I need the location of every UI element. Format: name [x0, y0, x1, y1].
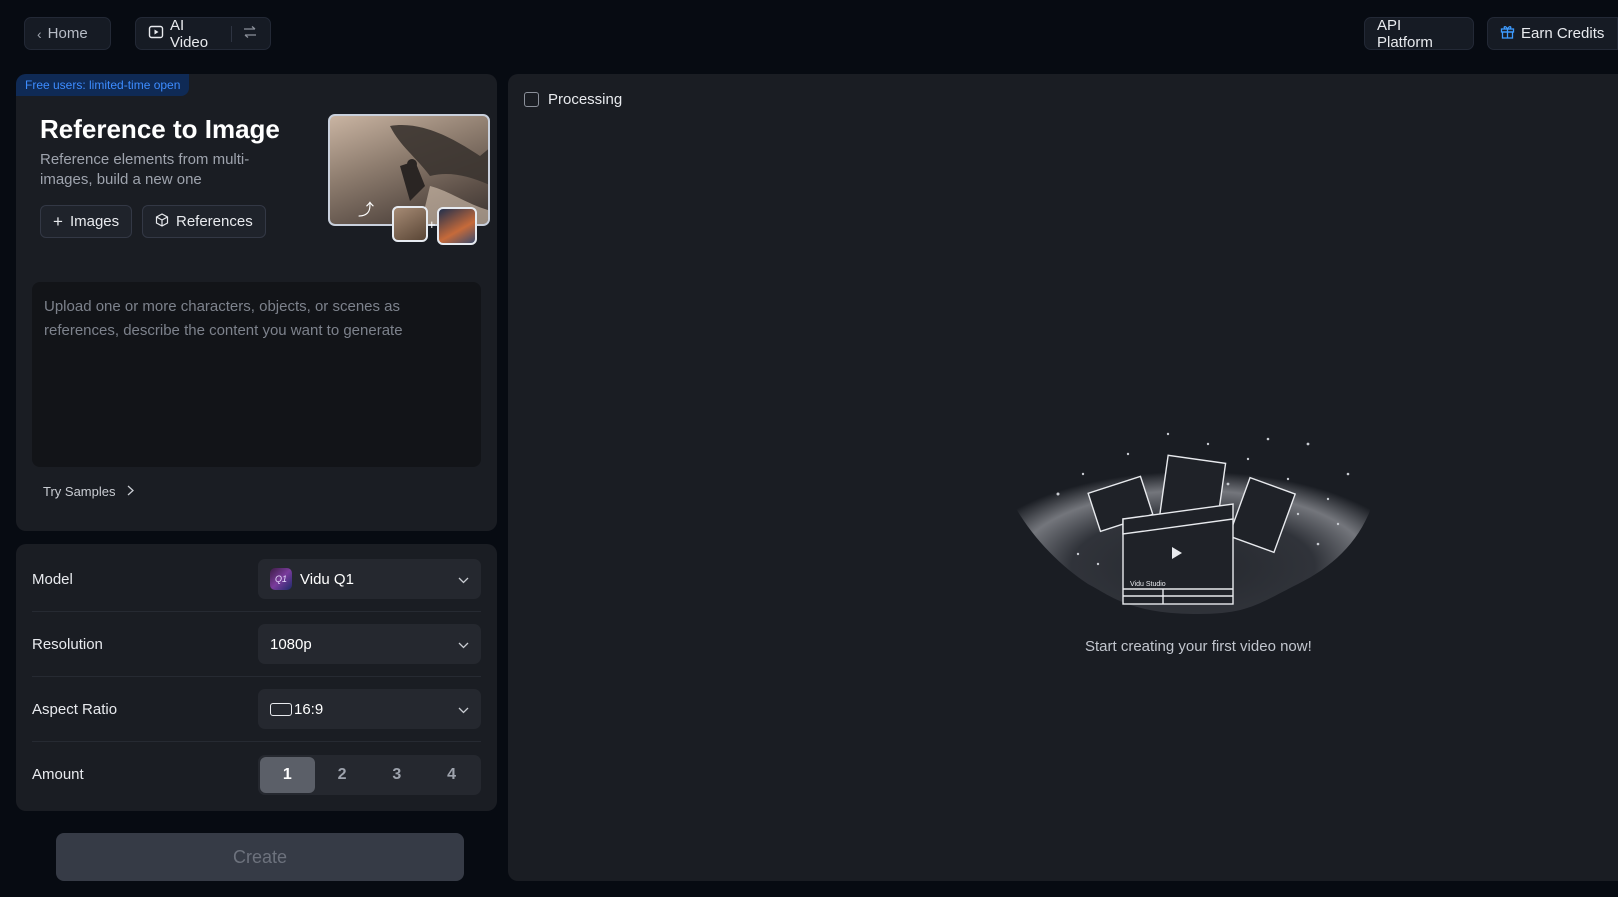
- empty-state-message: Start creating your first video now!: [1085, 638, 1312, 655]
- resolution-select[interactable]: 1080p: [258, 624, 481, 664]
- processing-checkbox[interactable]: [524, 92, 539, 107]
- create-button[interactable]: Create: [56, 833, 464, 881]
- aspect-ratio-icon: [270, 702, 292, 716]
- cube-icon: [155, 212, 169, 231]
- gift-icon: [1500, 24, 1515, 43]
- model-label: Model: [32, 571, 73, 588]
- model-select[interactable]: Q1 Vidu Q1: [258, 559, 481, 599]
- example-preview: ⤴ +: [310, 114, 490, 245]
- chevron-down-icon: [458, 701, 469, 718]
- page-title: Reference to Image: [40, 114, 280, 144]
- prompt-input[interactable]: Upload one or more characters, objects, …: [32, 282, 481, 467]
- amount-option-1[interactable]: 1: [260, 757, 315, 793]
- chevron-left-icon: ‹: [37, 25, 42, 42]
- reference-thumb-2: [437, 207, 477, 245]
- plus-icon: +: [428, 217, 436, 232]
- amount-option-2[interactable]: 2: [315, 757, 370, 793]
- chevron-down-icon: [458, 571, 469, 588]
- chevron-down-icon: [458, 636, 469, 653]
- reference-thumb-1: [392, 206, 428, 242]
- processing-filter[interactable]: Processing: [524, 91, 622, 108]
- divider: [32, 676, 481, 677]
- video-icon: [148, 24, 164, 44]
- processing-label: Processing: [548, 91, 623, 108]
- top-bar: ‹ Home AI Video API Platform Earn Credit…: [0, 0, 1618, 66]
- mode-label: AI Video: [170, 16, 209, 51]
- results-panel: Processing Vidu Studio Start creating yo…: [508, 74, 1618, 881]
- home-button[interactable]: ‹ Home: [24, 17, 111, 50]
- mode-switch-button[interactable]: AI Video: [135, 16, 271, 51]
- amount-option-3[interactable]: 3: [370, 757, 425, 793]
- divider: [32, 741, 481, 742]
- resolution-value: 1080p: [270, 635, 312, 653]
- empty-state-illustration: Vidu Studio: [998, 364, 1398, 624]
- earn-credits-button[interactable]: Earn Credits: [1487, 17, 1618, 50]
- page-subtitle: Reference elements from multi-images, bu…: [40, 151, 250, 188]
- divider: [32, 611, 481, 612]
- images-label: Images: [69, 213, 120, 230]
- add-images-button[interactable]: + Images: [40, 205, 133, 238]
- swap-icon: [242, 25, 258, 43]
- divider: [231, 25, 232, 42]
- plus-icon: +: [53, 212, 63, 231]
- arrow-icon: ⤴: [358, 202, 375, 219]
- amount-label: Amount: [32, 766, 84, 783]
- aspect-ratio-select[interactable]: 16:9: [258, 689, 481, 729]
- amount-option-4[interactable]: 4: [424, 757, 479, 793]
- vidu-logo-icon: Q1: [270, 568, 292, 590]
- aspect-ratio-label: Aspect Ratio: [32, 701, 118, 718]
- aspect-ratio-value: 16:9: [294, 700, 324, 718]
- home-label: Home: [47, 25, 88, 42]
- resolution-label: Resolution: [32, 636, 103, 653]
- free-users-badge: Free users: limited-time open: [16, 74, 190, 96]
- illustration-caption: Vidu Studio: [1130, 581, 1166, 588]
- references-label: References: [176, 213, 253, 230]
- references-button[interactable]: References: [142, 205, 266, 238]
- chevron-right-icon: [127, 484, 135, 499]
- earn-label: Earn Credits: [1521, 25, 1605, 42]
- try-samples-label: Try Samples: [43, 484, 116, 499]
- api-platform-button[interactable]: API Platform: [1364, 16, 1474, 51]
- model-value: Vidu Q1: [300, 570, 354, 588]
- try-samples-link[interactable]: Try Samples: [43, 484, 135, 499]
- api-label: API Platform: [1377, 16, 1433, 51]
- amount-selector: 1 2 3 4: [258, 755, 481, 795]
